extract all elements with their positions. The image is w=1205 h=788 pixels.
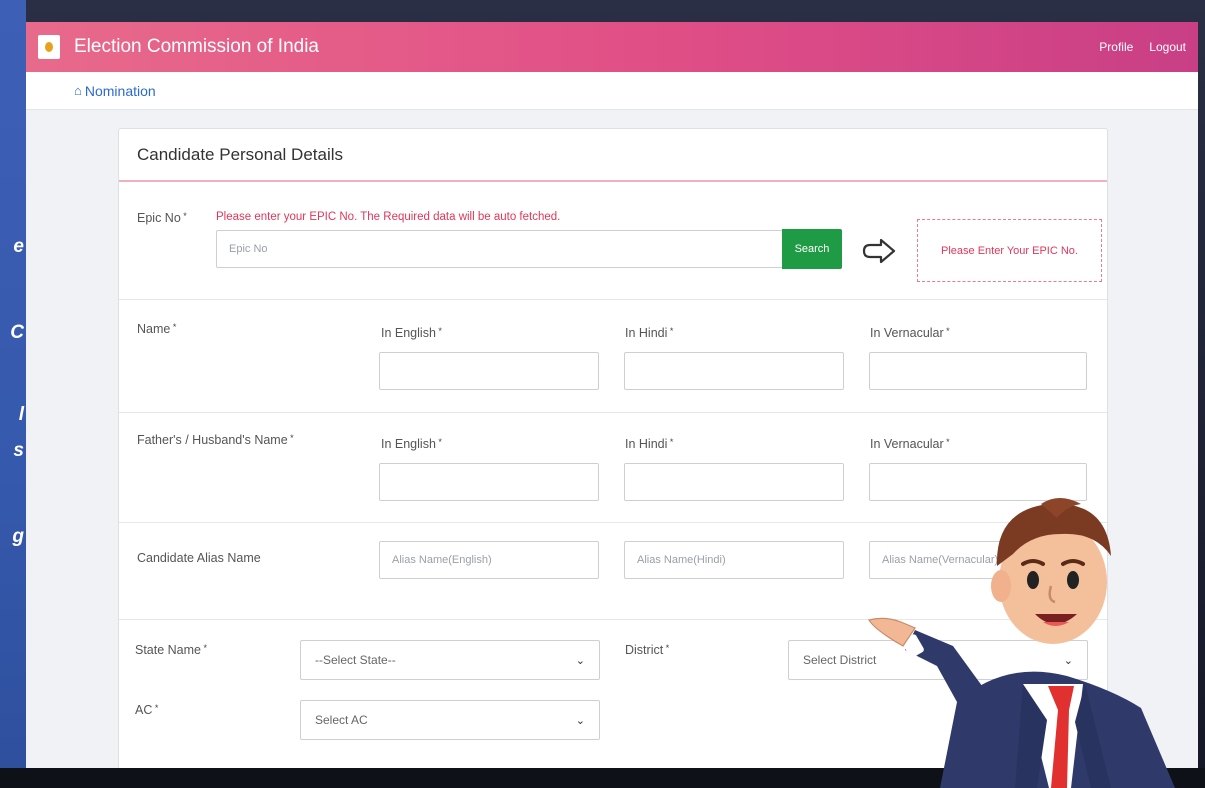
app-header: Election Commission of India Profile Log…: [26, 22, 1198, 72]
epic-label: Epic No: [137, 211, 187, 225]
name-english-label: In English: [381, 326, 442, 340]
epic-input-wrap: [216, 230, 783, 268]
state-select-value: --Select State--: [315, 653, 396, 667]
father-hindi-label: In Hindi: [625, 437, 673, 451]
chevron-down-icon: ⌄: [575, 714, 585, 727]
ac-label: AC: [135, 703, 158, 717]
side-text-fragment: C: [10, 322, 24, 343]
state-select[interactable]: --Select State-- ⌄: [300, 640, 600, 680]
father-vernacular-label: In Vernacular: [870, 437, 950, 451]
chevron-down-icon: ⌄: [575, 654, 585, 667]
divider: [119, 412, 1107, 413]
epic-note-box: Please Enter Your EPIC No.: [917, 219, 1102, 282]
side-text-fragment: g: [12, 526, 24, 547]
alias-hindi-input-wrap: [624, 541, 844, 579]
father-english-field[interactable]: [380, 464, 598, 500]
side-text-fragment: l: [18, 404, 24, 425]
ac-select-value: Select AC: [315, 713, 368, 727]
name-hindi-field[interactable]: [625, 353, 843, 389]
father-english-label: In English: [381, 437, 442, 451]
eci-logo: [38, 35, 60, 59]
father-english-input[interactable]: [379, 463, 599, 501]
app-title: Election Commission of India: [74, 36, 319, 57]
alias-english-input-wrap: [379, 541, 599, 579]
alias-hindi-input[interactable]: [625, 542, 843, 578]
name-vernacular-label: In Vernacular: [870, 326, 950, 340]
name-vernacular-input[interactable]: [869, 352, 1087, 390]
home-icon[interactable]: ⌂: [74, 83, 82, 98]
profile-link[interactable]: Profile: [1099, 40, 1133, 54]
ac-select[interactable]: Select AC ⌄: [300, 700, 600, 740]
district-label: District: [625, 643, 669, 657]
search-button[interactable]: Search: [782, 229, 842, 269]
breadcrumb: ⌂ Nomination: [26, 72, 1198, 110]
father-name-label: Father's / Husband's Name: [137, 433, 294, 447]
alias-english-input[interactable]: [380, 542, 598, 578]
breadcrumb-nomination[interactable]: Nomination: [85, 83, 156, 99]
divider: [119, 299, 1107, 300]
presenter-character-illustration: [868, 498, 1175, 788]
father-hindi-field[interactable]: [625, 464, 843, 500]
card-title: Candidate Personal Details: [119, 129, 1107, 182]
pointing-hand-icon: [862, 238, 896, 264]
header-links: Profile Logout: [1099, 40, 1186, 54]
logout-link[interactable]: Logout: [1149, 40, 1186, 54]
name-hindi-input[interactable]: [624, 352, 844, 390]
side-text-fragment: e: [13, 236, 24, 257]
state-label: State Name: [135, 643, 207, 657]
alias-name-label: Candidate Alias Name: [137, 551, 261, 565]
name-english-input[interactable]: [379, 352, 599, 390]
name-hindi-label: In Hindi: [625, 326, 673, 340]
epic-hint: Please enter your EPIC No. The Required …: [216, 211, 561, 223]
name-label: Name: [137, 322, 176, 336]
side-text-fragment: s: [13, 440, 24, 461]
name-english-field[interactable]: [380, 353, 598, 389]
father-hindi-input[interactable]: [624, 463, 844, 501]
epic-input[interactable]: [217, 231, 782, 267]
name-vernacular-field[interactable]: [870, 353, 1086, 389]
left-side-panel: e C l s g: [0, 0, 26, 788]
